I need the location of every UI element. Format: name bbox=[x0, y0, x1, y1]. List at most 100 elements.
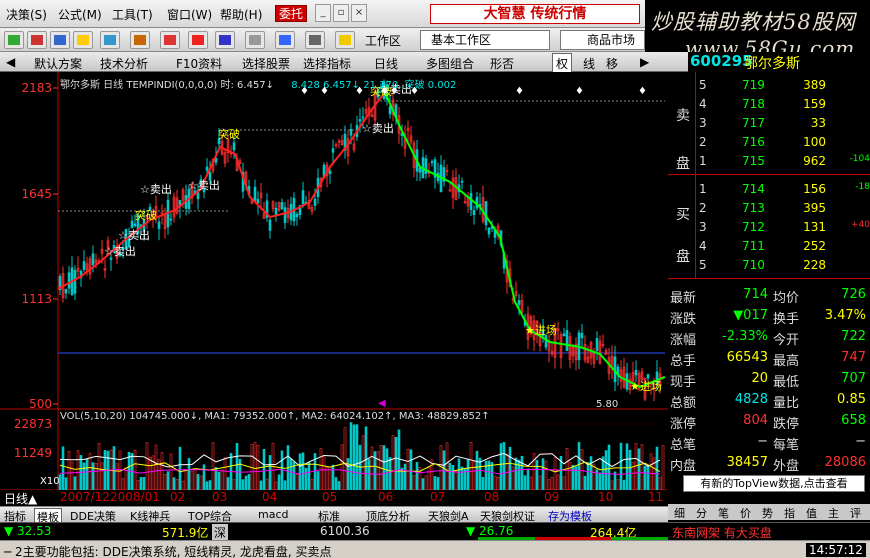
tab-tech-analysis[interactable]: 技术分析 bbox=[100, 55, 148, 72]
volume-bar bbox=[493, 475, 497, 490]
buy-volume: 156 bbox=[803, 182, 826, 196]
sell-row: 1 715 962 -104 bbox=[668, 154, 870, 173]
tab-pattern[interactable]: 形否 bbox=[490, 55, 514, 72]
candle-body bbox=[328, 170, 332, 174]
tab-select-stock[interactable]: 选择股票 bbox=[242, 55, 290, 72]
right-tab[interactable]: 指 bbox=[784, 505, 795, 521]
nav-right-icon[interactable]: ▶ bbox=[640, 55, 649, 69]
buy-price: 711 bbox=[742, 239, 765, 253]
index-bar: ▼ 32.53 571.9亿 深 6100.36 ▼ 26.76 264.4亿 … bbox=[0, 522, 870, 541]
arrow-icon[interactable] bbox=[130, 31, 150, 49]
quote-value: 0.85 bbox=[837, 392, 866, 407]
event-marker: ♦ bbox=[575, 86, 584, 97]
right-tab[interactable]: 细 bbox=[674, 505, 685, 521]
volume-bar bbox=[562, 476, 566, 490]
right-tab[interactable]: 笔 bbox=[718, 505, 729, 521]
menu-decision[interactable]: 决策(S) bbox=[6, 6, 47, 23]
workzone-select[interactable]: 基本工作区 bbox=[420, 30, 550, 50]
quote-value: 714 bbox=[743, 287, 768, 302]
buy-volume: 395 bbox=[803, 201, 826, 215]
trade-button[interactable]: 委托 bbox=[275, 5, 307, 22]
chart-icon[interactable] bbox=[27, 31, 47, 49]
tab-default-scheme[interactable]: 默认方案 bbox=[34, 55, 82, 72]
tab-select-indicator[interactable]: 选择指标 bbox=[303, 55, 351, 72]
volume-bar bbox=[136, 480, 140, 490]
compass-icon[interactable] bbox=[73, 31, 93, 49]
volume-bar bbox=[634, 443, 638, 490]
right-tab[interactable]: 主 bbox=[828, 505, 839, 521]
signal-annotation: 突破 bbox=[218, 127, 240, 141]
right-tab[interactable]: 价 bbox=[740, 505, 751, 521]
candle-body bbox=[565, 330, 569, 352]
menu-formula[interactable]: 公式(M) bbox=[58, 6, 102, 23]
volume-bar bbox=[301, 452, 305, 490]
quote-value: 20 bbox=[751, 371, 768, 386]
globe-icon[interactable] bbox=[215, 31, 235, 49]
quote-row: 涨幅 -2.33% 今开 722 bbox=[668, 329, 870, 348]
sell-volume: 159 bbox=[803, 97, 826, 111]
volume-bar bbox=[100, 462, 104, 490]
menu-help[interactable]: 帮助(H) bbox=[220, 6, 262, 23]
volume-bar bbox=[112, 446, 116, 490]
right-tab[interactable]: 分 bbox=[696, 505, 707, 521]
tab-rights[interactable]: 权 bbox=[552, 53, 573, 74]
watermark-title: 炒股辅助教材58股网 bbox=[651, 10, 856, 34]
level-num: 1 bbox=[699, 154, 707, 168]
topview-notice[interactable]: 有新的TopView数据,点击查看 bbox=[683, 475, 865, 492]
period-selector[interactable]: 日线▲ bbox=[4, 490, 37, 507]
sell-volume: 100 bbox=[803, 135, 826, 149]
volume-bar bbox=[91, 462, 95, 490]
bell-icon[interactable] bbox=[160, 31, 180, 49]
indicator-tab[interactable]: macd bbox=[258, 508, 289, 521]
volume-bar bbox=[163, 474, 167, 490]
tab-multi-chart[interactable]: 多图组合 bbox=[426, 55, 474, 72]
nav-left-icon[interactable]: ◀ bbox=[6, 55, 15, 69]
signal-annotation: ☆卖出 bbox=[140, 182, 172, 196]
index-market-sz[interactable]: 深 bbox=[212, 524, 229, 541]
signal-annotation: ☆卖出 bbox=[362, 121, 394, 135]
volume-bar bbox=[571, 464, 575, 490]
volume-bar bbox=[361, 435, 365, 490]
right-tab[interactable]: 评 bbox=[850, 505, 861, 521]
volume-bar bbox=[154, 444, 158, 490]
signal-annotation: 突破 bbox=[135, 208, 157, 222]
right-tab[interactable]: 势 bbox=[762, 505, 773, 521]
quote-row: 总笔 − 每笔 − bbox=[668, 434, 870, 453]
tab-daily[interactable]: 日线 bbox=[374, 55, 398, 72]
kline-chart[interactable]: 2183 1645 1113 500 ☆卖出 ☆卖出 ☆卖出 突破 ☆卖出 突破 ☆卖出 突破 ☆卖出 ★… bbox=[0, 72, 668, 490]
volume-bar bbox=[442, 450, 446, 490]
book-icon[interactable] bbox=[50, 31, 70, 49]
volume-bar bbox=[115, 463, 119, 490]
window-icon[interactable] bbox=[245, 31, 265, 49]
candle-body bbox=[634, 369, 638, 376]
volume-bar bbox=[469, 442, 473, 490]
help-icon[interactable] bbox=[335, 31, 355, 49]
menu-window[interactable]: 窗口(W) bbox=[167, 6, 212, 23]
right-tab[interactable]: 值 bbox=[806, 505, 817, 521]
alert-marquee[interactable]: 东南网架 有大买盘 bbox=[672, 524, 772, 541]
menu-tools[interactable]: 工具(T) bbox=[112, 6, 153, 23]
grid-icon[interactable] bbox=[4, 31, 24, 49]
buy-price: 710 bbox=[742, 258, 765, 272]
market-select[interactable]: 商品市场 bbox=[560, 30, 645, 50]
candle-body bbox=[358, 119, 362, 122]
tab-f10[interactable]: F10资料 bbox=[176, 55, 222, 72]
volume-bar bbox=[76, 450, 80, 490]
tab-move[interactable]: 移 bbox=[606, 55, 618, 72]
f10-icon[interactable] bbox=[100, 31, 120, 49]
price-tick: 500 bbox=[29, 397, 52, 411]
volume-bar bbox=[448, 462, 452, 490]
quote-label: 跌停 bbox=[773, 417, 800, 432]
drop-icon[interactable] bbox=[188, 31, 208, 49]
quote-label: 内盘 bbox=[670, 459, 697, 474]
list-icon[interactable] bbox=[305, 31, 325, 49]
minimize-icon[interactable]: _ bbox=[315, 4, 331, 22]
toolbar: 工作区 基本工作区 商品市场 bbox=[0, 28, 645, 52]
price-tick: 1113 bbox=[21, 292, 52, 306]
notebook-icon[interactable] bbox=[275, 31, 295, 49]
tab-line[interactable]: 线 bbox=[583, 55, 595, 72]
candle-body bbox=[517, 300, 521, 305]
close-icon[interactable]: × bbox=[351, 4, 367, 22]
volume-bar bbox=[223, 457, 227, 490]
restore-icon[interactable]: ▫ bbox=[333, 4, 349, 22]
